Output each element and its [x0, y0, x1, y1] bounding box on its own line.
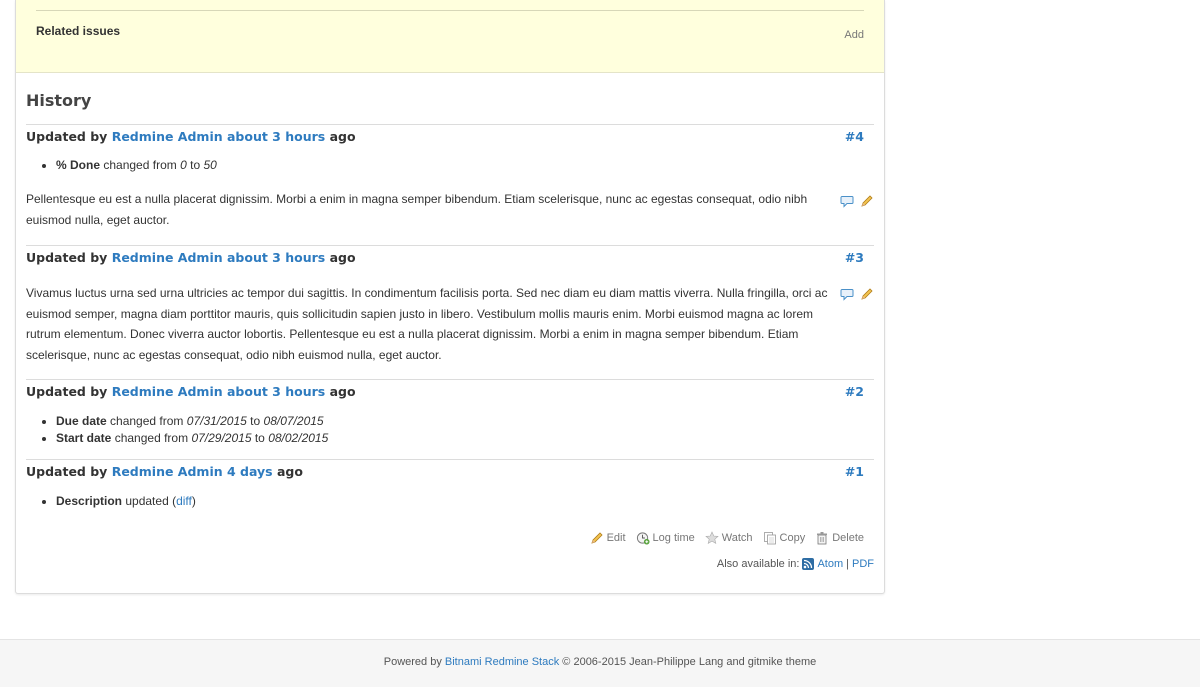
comment-icon[interactable]	[840, 194, 854, 208]
detail-from: 07/29/2015	[191, 431, 252, 445]
journal-prefix: Updated by	[26, 384, 108, 399]
journal-prefix: Updated by	[26, 464, 108, 479]
pencil-icon[interactable]	[860, 194, 874, 208]
issue-actions: Edit Log time Watch Copy Delete	[584, 531, 864, 545]
journal-number-link[interactable]: #2	[845, 384, 864, 399]
pdf-link[interactable]: PDF	[852, 558, 874, 570]
log-time-label: Log time	[652, 532, 695, 544]
journal-author-link[interactable]: Redmine Admin	[112, 384, 223, 399]
journal-details: Description updated (diff)	[46, 493, 196, 510]
add-related-issue-link[interactable]: Add	[844, 29, 864, 41]
divider	[36, 10, 864, 11]
edit-button[interactable]: Edit	[590, 531, 626, 545]
journal-actions	[840, 194, 874, 208]
detail-text: changed from	[110, 414, 184, 428]
journal-actions	[840, 287, 874, 301]
log-time-button[interactable]: Log time	[636, 531, 695, 545]
comment-icon[interactable]	[840, 287, 854, 301]
detail-text: updated (	[125, 494, 177, 508]
journal-author-link[interactable]: Redmine Admin	[112, 464, 223, 479]
journal-prefix: Updated by	[26, 250, 108, 265]
journal-prefix: Updated by	[26, 129, 108, 144]
journal-detail: Start date changed from 07/29/2015 to 08…	[56, 430, 328, 447]
journal-suffix: ago	[276, 464, 303, 479]
journal-time-link[interactable]: about 3 hours	[227, 384, 325, 399]
star-icon	[705, 531, 719, 545]
detail-close: )	[191, 494, 196, 508]
related-issues-title: Related issues	[36, 24, 121, 38]
detail-to: 08/07/2015	[263, 414, 324, 428]
detail-text: changed from	[103, 158, 177, 172]
journal-number-link[interactable]: #1	[845, 464, 864, 479]
pencil-icon	[590, 532, 603, 544]
watch-label: Watch	[721, 532, 753, 544]
journal-suffix: ago	[329, 250, 356, 265]
other-formats: Also available in: Atom | PDF	[717, 558, 874, 570]
rss-feed-icon	[802, 558, 815, 570]
detail-field: Due date	[56, 414, 107, 428]
journal-details: Due date changed from 07/31/2015 to 08/0…	[46, 413, 328, 447]
journal-header: Updated by Redmine Admin 4 days ago	[26, 464, 303, 479]
delete-label: Delete	[832, 532, 864, 544]
copy-label: Copy	[779, 532, 806, 544]
journal-time-link[interactable]: 4 days	[227, 464, 273, 479]
trash-icon	[817, 532, 828, 545]
journal-time-link[interactable]: about 3 hours	[227, 250, 325, 265]
journal-number-link[interactable]: #3	[845, 250, 864, 265]
delete-button[interactable]: Delete	[815, 531, 864, 545]
detail-field: Start date	[56, 431, 112, 445]
journal-details: % Done changed from 0 to 50	[46, 157, 217, 174]
journal-number-link[interactable]: #4	[845, 129, 864, 144]
diff-link[interactable]: diff	[176, 494, 192, 508]
bitnami-link[interactable]: Bitnami Redmine Stack	[445, 656, 559, 668]
detail-field: % Done	[56, 158, 101, 172]
journal-notes: Vivamus luctus urna sed urna ultricies a…	[26, 286, 828, 362]
journal-suffix: ago	[329, 129, 356, 144]
detail-text: changed from	[114, 431, 189, 445]
journal-entry: Updated by Redmine Admin about 3 hours a…	[26, 124, 874, 245]
detail-to: 08/02/2015	[268, 431, 329, 445]
detail-to-word: to	[254, 431, 265, 445]
journal-header: Updated by Redmine Admin about 3 hours a…	[26, 250, 356, 265]
journal-detail: Due date changed from 07/31/2015 to 08/0…	[56, 413, 328, 430]
journal-suffix: ago	[329, 384, 356, 399]
footer-text: Powered by Bitnami Redmine Stack © 2006-…	[0, 656, 1200, 668]
journal-header: Updated by Redmine Admin about 3 hours a…	[26, 384, 356, 399]
detail-from: 07/31/2015	[186, 414, 247, 428]
clock-add-icon	[636, 532, 650, 545]
journal-detail: % Done changed from 0 to 50	[56, 157, 217, 174]
format-separator: |	[846, 558, 849, 570]
journal-entry: Updated by Redmine Admin 4 days ago #1 D…	[26, 459, 874, 520]
atom-link[interactable]: Atom	[817, 558, 843, 570]
history-title: History	[26, 91, 92, 110]
related-issues-section: Related issues Add	[16, 0, 884, 73]
detail-from: 0	[180, 158, 187, 172]
detail-to: 50	[203, 158, 217, 172]
edit-label: Edit	[606, 532, 626, 544]
copy-icon	[763, 532, 776, 545]
copy-button[interactable]: Copy	[763, 531, 806, 545]
footer-powered-by: Powered by	[383, 656, 442, 668]
watch-button[interactable]: Watch	[705, 531, 753, 545]
pencil-icon[interactable]	[860, 287, 874, 301]
journal-time-link[interactable]: about 3 hours	[227, 129, 325, 144]
journal-author-link[interactable]: Redmine Admin	[112, 250, 223, 265]
detail-field: Description	[56, 494, 123, 508]
detail-to-word: to	[250, 414, 261, 428]
footer-copyright: © 2006-2015 Jean-Philippe Lang and gitmi…	[562, 656, 817, 668]
other-formats-label: Also available in:	[716, 558, 800, 570]
detail-to-word: to	[190, 158, 201, 172]
journal-entry: Updated by Redmine Admin about 3 hours a…	[26, 245, 874, 379]
journal-header: Updated by Redmine Admin about 3 hours a…	[26, 129, 356, 144]
journal-notes: Pellentesque eu est a nulla placerat dig…	[26, 192, 808, 227]
issue-content: Related issues Add History Updated by Re…	[15, 0, 885, 594]
journal-detail: Description updated (diff)	[56, 493, 196, 510]
footer: Powered by Bitnami Redmine Stack © 2006-…	[0, 639, 1200, 687]
journal-author-link[interactable]: Redmine Admin	[112, 129, 223, 144]
journal-entry: Updated by Redmine Admin about 3 hours a…	[26, 379, 874, 459]
